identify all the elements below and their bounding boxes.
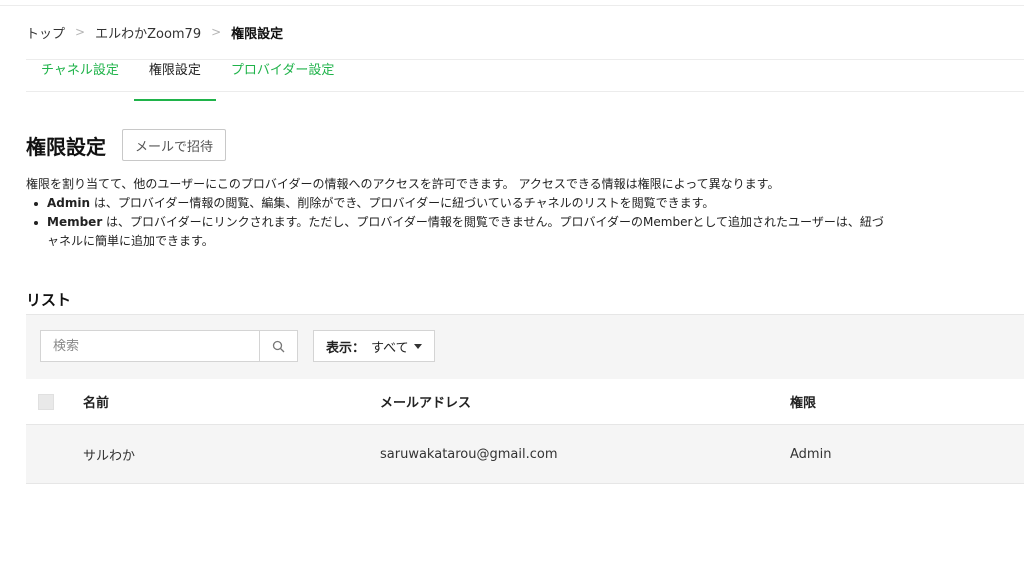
- tab-permission-settings[interactable]: 権限設定: [133, 60, 216, 101]
- cell-name: サルわか: [83, 448, 136, 464]
- breadcrumb: トップ > エルわかZoom79 > 権限設定: [26, 23, 284, 42]
- divider: [26, 91, 1024, 92]
- table-header: 名前 メールアドレス 権限: [26, 379, 1024, 425]
- role-line-member-1: Member は、プロバイダーにリンクされます。ただし、プロバイダー情報を閲覧で…: [47, 213, 1024, 232]
- role-list: Admin は、プロバイダー情報の閲覧、編集、削除ができ、プロバイダーに紐づいて…: [26, 194, 1024, 251]
- search-button[interactable]: [259, 331, 297, 361]
- role-term-admin: Admin: [47, 196, 91, 210]
- search-icon: [272, 340, 285, 352]
- permission-description: 権限を割り当てて、他のユーザーにこのプロバイダーの情報へのアクセスを許可できます…: [26, 175, 1024, 251]
- page-title: 権限設定: [26, 134, 106, 159]
- role-term-member: Member: [47, 215, 103, 229]
- member-table: 名前 メールアドレス 権限 サルわか saruwakatarou@gmail.c…: [26, 379, 1024, 484]
- header-checkbox-cell: [38, 379, 54, 424]
- role-item-member: Member は、プロバイダーにリンクされます。ただし、プロバイダー情報を閲覧で…: [26, 213, 1024, 251]
- role-text-member: は、プロバイダーにリンクされます。ただし、プロバイダー情報を閲覧できません。プロ…: [102, 215, 884, 229]
- role-text-member-cont: ャネルに簡単に追加できます。: [47, 234, 214, 248]
- search-input[interactable]: [41, 331, 259, 361]
- breadcrumb-current: 権限設定: [231, 26, 284, 42]
- display-filter-dropdown[interactable]: 表示： すべて: [313, 330, 435, 362]
- search-box: [40, 330, 298, 362]
- title-row: 権限設定 メールで招待: [26, 127, 227, 163]
- breadcrumb-separator-icon: >: [75, 25, 86, 39]
- filter-label: 表示：: [326, 340, 366, 356]
- breadcrumb-item-top[interactable]: トップ: [26, 23, 65, 42]
- caret-down-icon: [413, 343, 422, 349]
- page: トップ > エルわかZoom79 > 権限設定 チャネル設定 権限設定 プロバイ…: [0, 0, 1024, 584]
- tab-channel-settings[interactable]: チャネル設定: [26, 60, 134, 91]
- filter-value: すべて: [371, 340, 409, 356]
- tab-provider-settings[interactable]: プロバイダー設定: [216, 60, 349, 91]
- description-intro: 権限を割り当てて、他のユーザーにこのプロバイダーの情報へのアクセスを許可できます…: [26, 177, 780, 191]
- role-item-admin: Admin は、プロバイダー情報の閲覧、編集、削除ができ、プロバイダーに紐づいて…: [26, 194, 1024, 213]
- column-header-role: 権限: [790, 396, 817, 411]
- breadcrumb-item-provider[interactable]: エルわかZoom79: [95, 23, 201, 42]
- cell-email: saruwakatarou@gmail.com: [380, 446, 558, 462]
- list-title: リスト: [26, 291, 72, 309]
- cell-role: Admin: [790, 446, 832, 462]
- invite-by-email-button[interactable]: メールで招待: [122, 129, 227, 161]
- list-toolbar: 表示： すべて: [26, 314, 1024, 379]
- column-header-name: 名前: [83, 396, 110, 411]
- tab-bar: チャネル設定 権限設定 プロバイダー設定: [26, 60, 349, 101]
- role-text-admin: は、プロバイダー情報の閲覧、編集、削除ができ、プロバイダーに紐づいているチャネル…: [90, 196, 715, 210]
- select-all-checkbox[interactable]: [38, 393, 54, 410]
- top-divider: [0, 5, 1024, 6]
- table-row[interactable]: サルわか saruwakatarou@gmail.com Admin: [26, 425, 1024, 484]
- breadcrumb-separator-icon: >: [211, 25, 222, 39]
- column-header-email: メールアドレス: [380, 396, 472, 411]
